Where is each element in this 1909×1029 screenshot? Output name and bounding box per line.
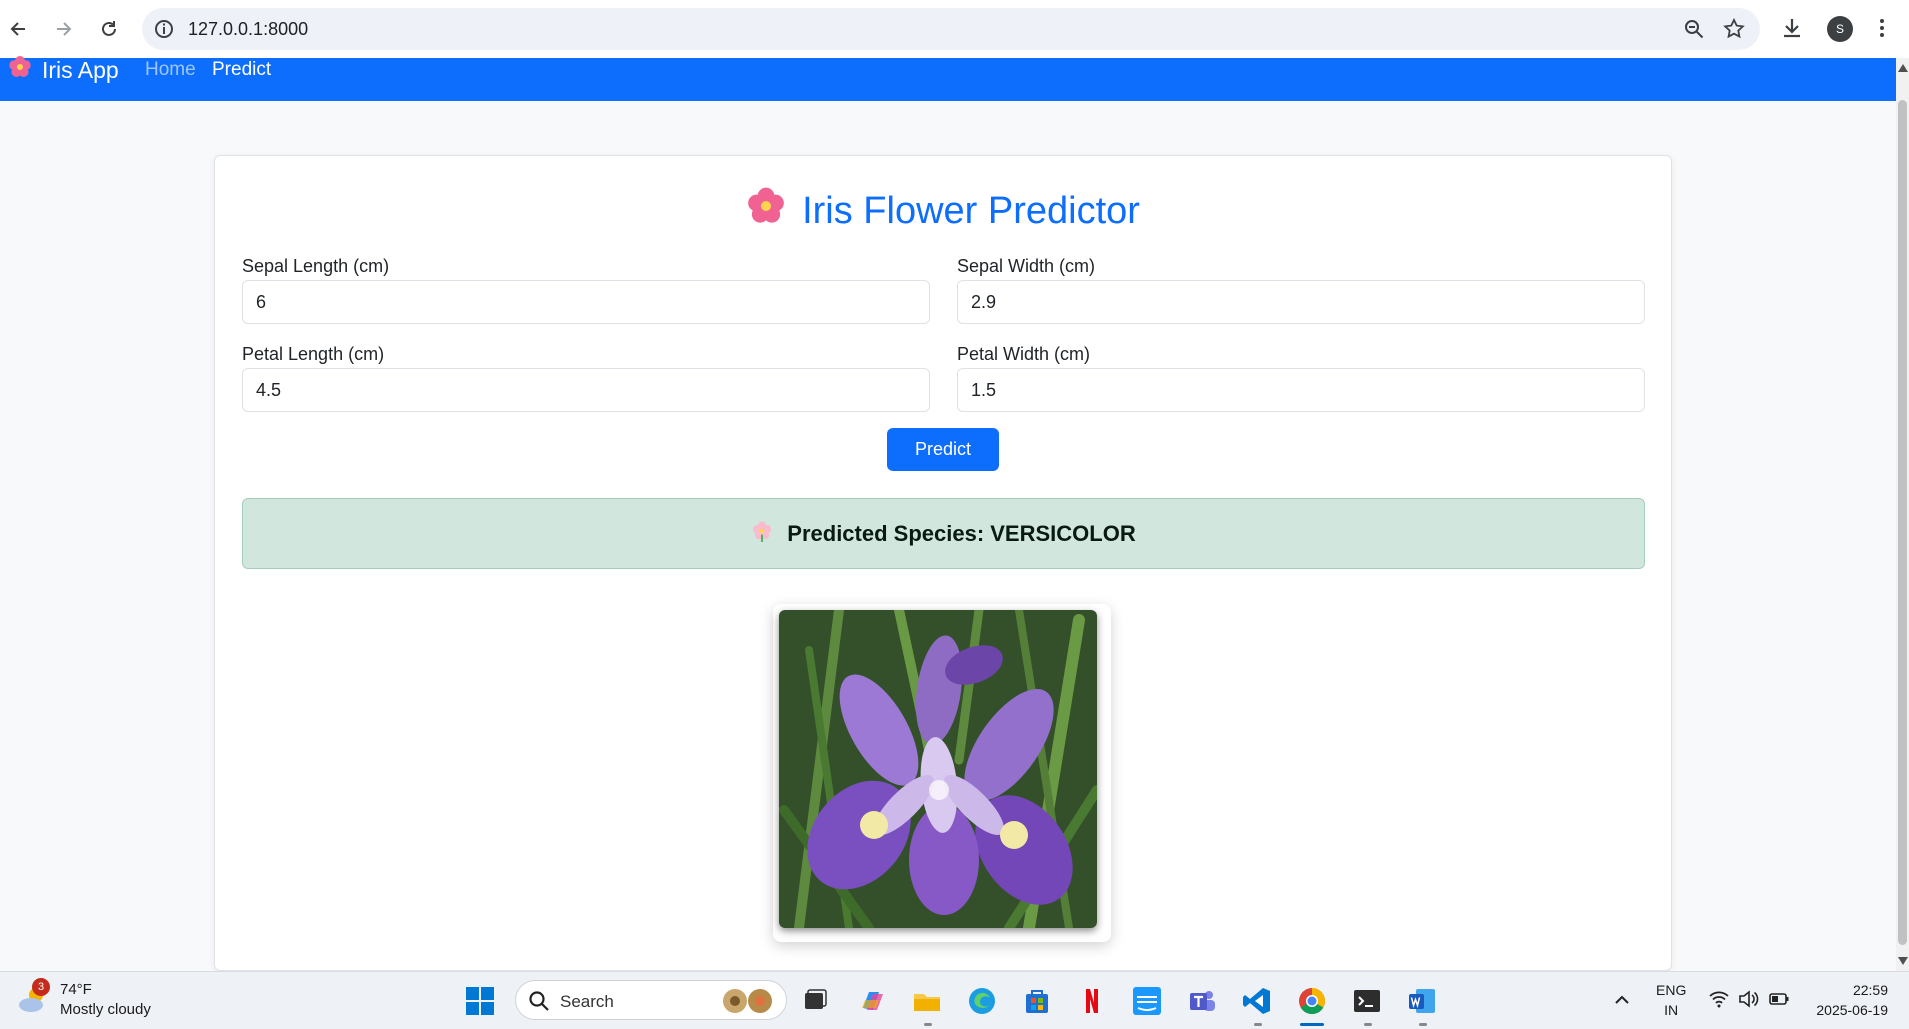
terminal-icon[interactable] [1352,986,1382,1016]
flower-icon [751,520,773,548]
site-info-icon[interactable] [152,17,176,41]
volume-icon[interactable] [1737,988,1767,1018]
store-icon[interactable] [1022,986,1052,1016]
petal-length-input[interactable] [242,368,930,412]
download-icon[interactable] [1778,14,1806,47]
kebab-menu-icon[interactable] [1874,14,1890,47]
clock-date: 2025-06-19 [1816,1002,1888,1018]
running-indicator [1419,1023,1427,1026]
navbar-brand[interactable]: Iris App [8,55,119,85]
chrome-icon[interactable] [1297,986,1327,1016]
iris-flower-image [779,610,1097,928]
word-icon[interactable] [1407,986,1437,1016]
netflix-icon[interactable] [1077,986,1107,1016]
nav-link-predict[interactable]: Predict [212,58,271,82]
forward-arrow-icon[interactable] [46,12,80,46]
prediction-result-alert: Predicted Species: VERSICOLOR [242,498,1645,569]
scroll-down-arrow-icon[interactable] [1898,957,1908,965]
wifi-icon[interactable] [1708,988,1738,1018]
reload-icon[interactable] [92,12,126,46]
weather-badge: 3 [32,978,50,996]
taskbar-search[interactable]: Search [515,980,787,1020]
language-indicator[interactable]: ENG IN [1656,980,1686,1020]
flower-icon [746,186,786,236]
zoom-icon[interactable] [1682,17,1706,46]
back-arrow-icon[interactable] [2,12,36,46]
petal-length-label: Petal Length (cm) [242,344,385,364]
url-text[interactable]: 127.0.0.1:8000 [188,19,308,40]
active-app-indicator [1300,1023,1324,1026]
clock-time: 22:59 [1852,982,1888,998]
search-icon [529,991,549,1011]
search-label: Search [560,992,614,1011]
battery-icon[interactable] [1768,988,1798,1018]
bookmark-star-icon[interactable] [1722,17,1746,46]
petal-width-input[interactable] [957,368,1645,412]
scrollbar-thumb[interactable] [1898,100,1907,945]
page-scrollbar[interactable] [1896,58,1909,971]
weather-desc: Mostly cloudy [60,1001,151,1018]
prime-video-icon[interactable] [1132,986,1162,1016]
start-icon[interactable] [465,986,495,1016]
file-explorer-icon[interactable] [912,986,942,1016]
task-view-icon[interactable] [800,986,830,1016]
chevron-up-icon[interactable] [1612,990,1642,1020]
running-indicator [924,1023,932,1026]
page-title: Iris Flower Predictor [215,186,1671,236]
title-text: Iris Flower Predictor [802,189,1140,232]
flower-icon [8,55,32,85]
teams-icon[interactable] [1187,986,1217,1016]
browser-toolbar: 127.0.0.1:8000 S [0,0,1909,58]
running-indicator [1254,1023,1262,1026]
sepal-length-label: Sepal Length (cm) [242,256,390,276]
running-indicator [1364,1023,1372,1026]
predictor-card: Iris Flower Predictor Sepal Length (cm) … [214,155,1672,971]
prediction-text: Predicted Species: VERSICOLOR [787,520,1136,546]
edge-icon[interactable] [967,986,997,1016]
search-highlight-icon [723,989,772,1013]
predict-button[interactable]: Predict [887,428,999,471]
nav-link-home[interactable]: Home [145,58,196,82]
app-navbar: Iris App Home Predict [0,55,1896,101]
brand-label: Iris App [42,56,119,83]
windows-taskbar: 3 74°F Mostly cloudy Search ENG IN 22:59… [0,971,1909,1029]
clock[interactable]: 22:59 2025-06-19 [1808,980,1888,1020]
profile-avatar[interactable]: S [1827,16,1853,42]
sepal-length-input[interactable] [242,280,930,324]
scroll-up-arrow-icon[interactable] [1898,64,1908,72]
flower-image-frame [773,604,1111,942]
copilot-icon[interactable] [857,986,887,1016]
weather-widget[interactable]: 3 74°F Mostly cloudy [16,978,151,1020]
address-bar[interactable]: 127.0.0.1:8000 [142,8,1760,50]
vscode-icon[interactable] [1242,986,1272,1016]
weather-temp: 74°F [60,981,92,998]
petal-width-label: Petal Width (cm) [957,344,1091,364]
sepal-width-input[interactable] [957,280,1645,324]
sepal-width-label: Sepal Width (cm) [957,256,1096,276]
